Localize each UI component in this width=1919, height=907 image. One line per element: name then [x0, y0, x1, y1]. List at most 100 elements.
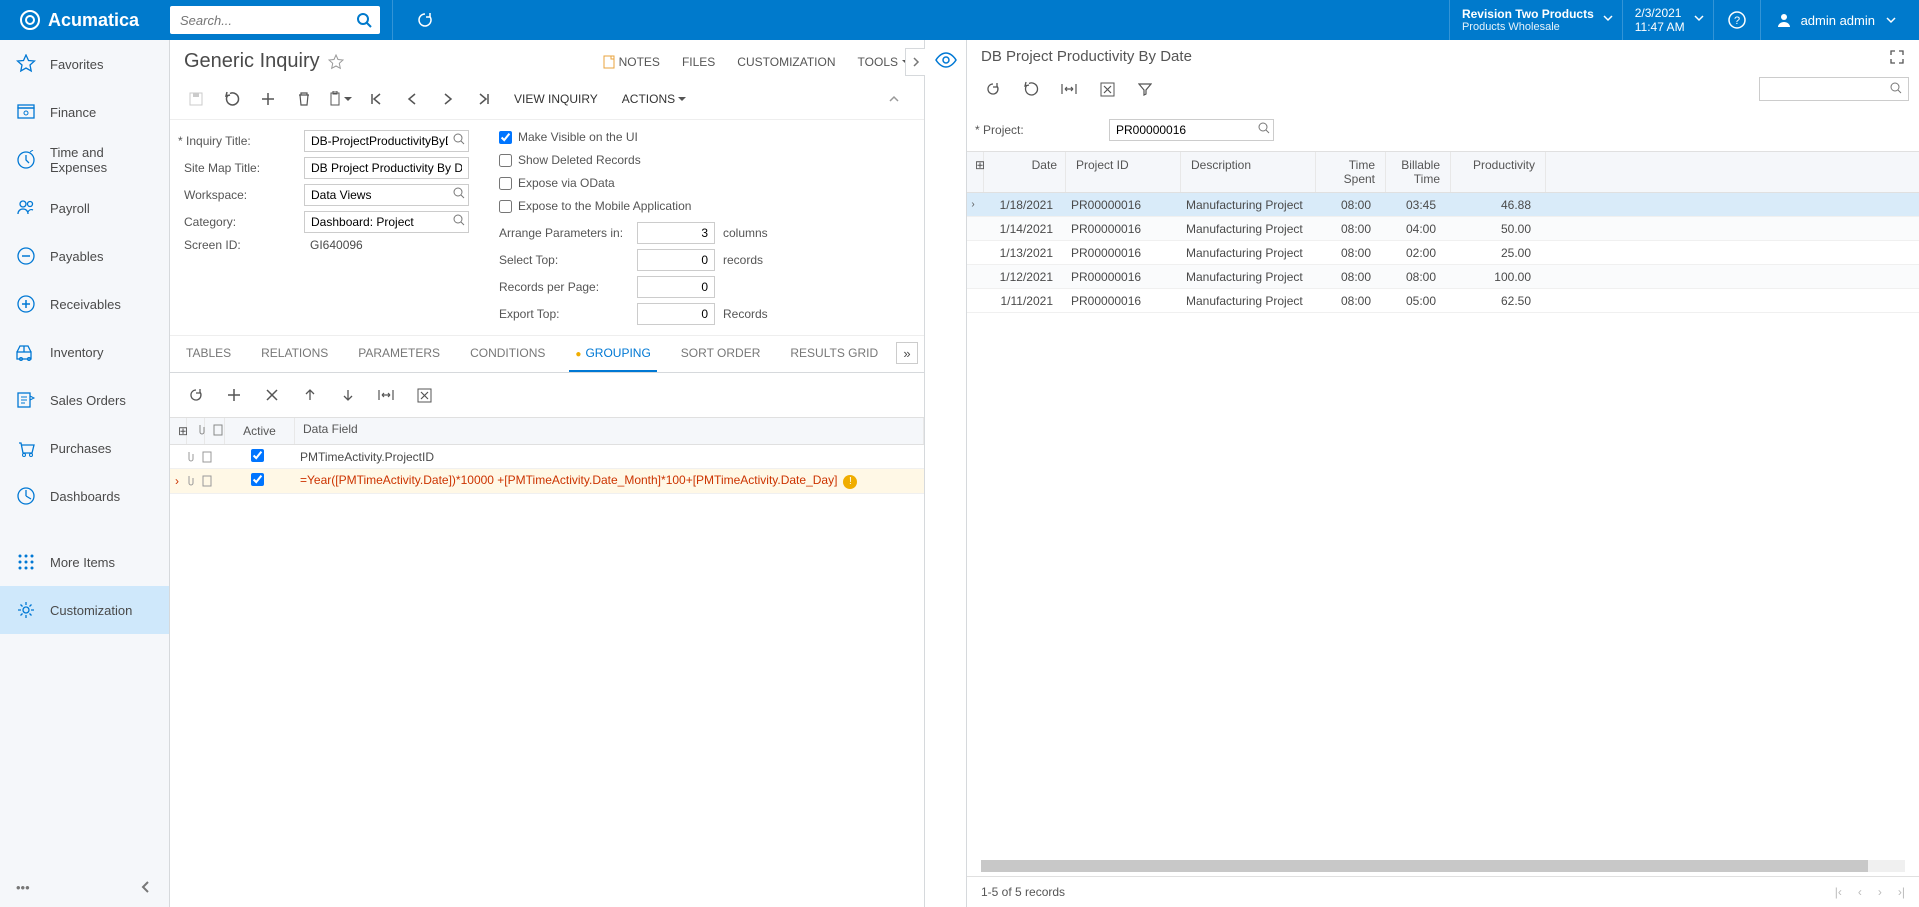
rp-refresh-button[interactable] — [977, 73, 1009, 105]
favorite-star-icon[interactable] — [328, 54, 344, 70]
delete-button[interactable] — [288, 83, 320, 115]
project-input[interactable] — [1109, 119, 1274, 141]
col-description[interactable]: Description — [1181, 152, 1316, 192]
data-row[interactable]: 1/11/2021PR00000016Manufacturing Project… — [967, 289, 1919, 313]
col-active[interactable]: Active — [225, 418, 295, 444]
data-row[interactable]: ›1/18/2021PR00000016Manufacturing Projec… — [967, 193, 1919, 217]
search-icon[interactable] — [356, 12, 372, 28]
category-input[interactable] — [304, 211, 469, 233]
sidebar-item-purchases[interactable]: Purchases — [0, 424, 169, 472]
pager-last-button[interactable]: ›| — [1898, 885, 1905, 899]
data-row[interactable]: 1/14/2021PR00000016Manufacturing Project… — [967, 217, 1919, 241]
sidebar-item-payroll[interactable]: Payroll — [0, 184, 169, 232]
tab-grouping[interactable]: GROUPING — [569, 336, 656, 372]
chk-odata[interactable]: Expose via OData — [499, 176, 768, 190]
grid-moveup-button[interactable] — [294, 379, 326, 411]
col-projectid[interactable]: Project ID — [1066, 152, 1181, 192]
grid-export-button[interactable] — [408, 379, 440, 411]
col-timespent[interactable]: Time Spent — [1316, 152, 1386, 192]
lookup-icon[interactable] — [453, 214, 465, 226]
tab-parameters[interactable]: PARAMETERS — [352, 336, 446, 372]
last-button[interactable] — [468, 83, 500, 115]
export-input[interactable] — [637, 303, 715, 325]
sidebar-item-sales-orders[interactable]: Sales Orders — [0, 376, 169, 424]
grid-row[interactable]: PMTimeActivity.ProjectID — [170, 445, 924, 469]
collapse-sidebar-icon[interactable] — [139, 880, 153, 895]
sidebar-item-inventory[interactable]: Inventory — [0, 328, 169, 376]
row-active-cell[interactable] — [222, 449, 292, 465]
row-attachment-icon[interactable] — [184, 475, 202, 487]
expand-icon[interactable] — [1889, 49, 1905, 65]
first-button[interactable] — [360, 83, 392, 115]
sidebar-item-favorites[interactable]: Favorites — [0, 40, 169, 88]
next-button[interactable] — [432, 83, 464, 115]
pager-first-button[interactable]: |‹ — [1835, 885, 1842, 899]
sidebar-item-dashboards[interactable]: Dashboards — [0, 472, 169, 520]
tab-results-grid[interactable]: RESULTS GRID — [784, 336, 884, 372]
collapse-form-icon[interactable] — [888, 93, 900, 105]
customization-link[interactable]: CUSTOMIZATION — [737, 55, 835, 69]
rp-cancel-button[interactable] — [1015, 73, 1047, 105]
pager-next-button[interactable]: › — [1878, 885, 1882, 899]
col-date[interactable]: Date — [984, 152, 1066, 192]
preview-icon[interactable] — [935, 52, 957, 68]
grid-settings-icon[interactable]: ⊞ — [967, 152, 984, 192]
business-date[interactable]: 2/3/2021 11:47 AM — [1622, 0, 1713, 40]
sidebar-item-finance[interactable]: Finance — [0, 88, 169, 136]
save-button[interactable] — [180, 83, 212, 115]
view-inquiry-button[interactable]: VIEW INQUIRY — [504, 92, 608, 106]
add-button[interactable] — [252, 83, 284, 115]
tab-tables[interactable]: TABLES — [180, 336, 237, 372]
row-attachment-icon[interactable] — [184, 451, 202, 463]
cancel-button[interactable] — [216, 83, 248, 115]
grid-add-button[interactable] — [218, 379, 250, 411]
rp-search-input[interactable] — [1759, 77, 1909, 101]
tab-overflow-button[interactable]: » — [896, 342, 918, 364]
grid-row[interactable]: ›=Year([PMTimeActivity.Date])*10000 +[PM… — [170, 469, 924, 494]
scrollbar-thumb[interactable] — [981, 860, 1868, 872]
data-row[interactable]: 1/13/2021PR00000016Manufacturing Project… — [967, 241, 1919, 265]
grid-fit-button[interactable] — [370, 379, 402, 411]
selecttop-input[interactable] — [637, 249, 715, 271]
sidebar-item-more-items[interactable]: More Items — [0, 538, 169, 586]
sidebar-item-time-and-expenses[interactable]: Time and Expenses — [0, 136, 169, 184]
clipboard-button[interactable] — [324, 83, 356, 115]
sidebar-item-receivables[interactable]: Receivables — [0, 280, 169, 328]
rp-export-button[interactable] — [1091, 73, 1123, 105]
col-billabletime[interactable]: Billable Time — [1386, 152, 1451, 192]
brand-logo[interactable]: Acumatica — [0, 10, 170, 31]
col-productivity[interactable]: Productivity — [1451, 152, 1546, 192]
inquiry-title-input[interactable] — [304, 130, 469, 152]
grid-refresh-button[interactable] — [180, 379, 212, 411]
prev-button[interactable] — [396, 83, 428, 115]
lookup-icon[interactable] — [1258, 122, 1270, 134]
collapse-panel-button[interactable] — [905, 48, 925, 76]
arrange-input[interactable] — [637, 222, 715, 244]
tab-conditions[interactable]: CONDITIONS — [464, 336, 551, 372]
files-link[interactable]: FILES — [682, 55, 715, 69]
grid-settings-icon[interactable]: ⊞ — [170, 418, 187, 444]
grid-movedown-button[interactable] — [332, 379, 364, 411]
data-row[interactable]: 1/12/2021PR00000016Manufacturing Project… — [967, 265, 1919, 289]
grid-delete-button[interactable] — [256, 379, 288, 411]
row-note-icon[interactable] — [202, 475, 222, 487]
tools-menu[interactable]: TOOLS — [858, 55, 910, 69]
help-button[interactable]: ? — [1713, 0, 1760, 40]
notes-link[interactable]: NOTES — [603, 55, 660, 69]
chk-mobile[interactable]: Expose to the Mobile Application — [499, 199, 768, 213]
row-note-icon[interactable] — [202, 451, 222, 463]
lookup-icon[interactable] — [453, 133, 465, 145]
refresh-button[interactable] — [405, 0, 445, 40]
sidebar-item-payables[interactable]: Payables — [0, 232, 169, 280]
search-input[interactable] — [170, 6, 380, 34]
row-active-cell[interactable] — [222, 473, 292, 489]
actions-menu[interactable]: ACTIONS — [612, 92, 697, 106]
lookup-icon[interactable] — [453, 187, 465, 199]
horizontal-scrollbar[interactable] — [981, 860, 1905, 872]
sitemap-input[interactable] — [304, 157, 469, 179]
sidebar-item-customization[interactable]: Customization — [0, 586, 169, 634]
workspace-input[interactable] — [304, 184, 469, 206]
user-menu[interactable]: admin admin — [1760, 0, 1919, 40]
more-icon[interactable]: ••• — [16, 880, 30, 895]
chk-deleted[interactable]: Show Deleted Records — [499, 153, 768, 167]
